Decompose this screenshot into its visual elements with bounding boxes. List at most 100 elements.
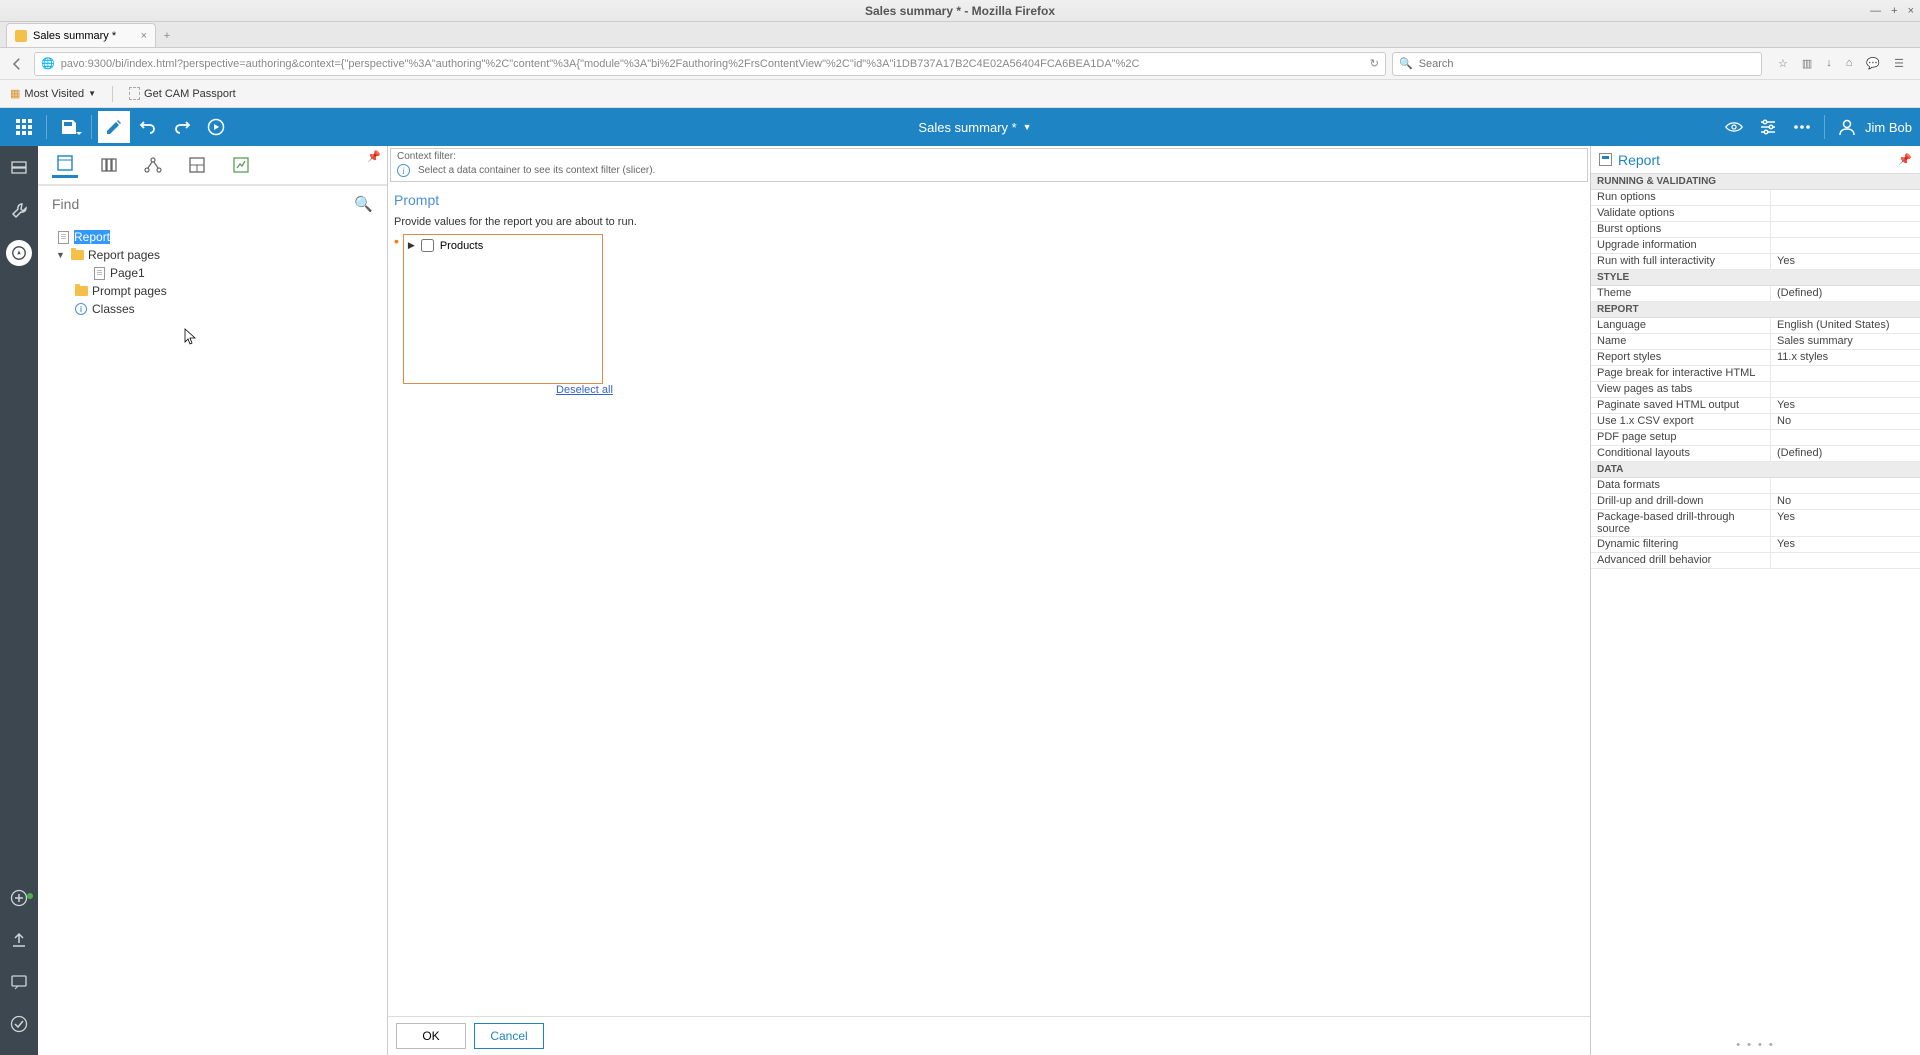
property-row[interactable]: Package-based drill-through sourceYes (1591, 510, 1920, 537)
back-button[interactable] (6, 53, 28, 75)
maximize-icon[interactable]: + (1891, 5, 1897, 17)
downloads-icon[interactable]: ↓ (1826, 57, 1832, 70)
pin-icon[interactable]: 📌 (367, 150, 381, 163)
find-input[interactable] (52, 196, 354, 212)
redo-button[interactable] (166, 111, 198, 143)
chat-icon[interactable]: 💬 (1866, 57, 1880, 70)
search-icon[interactable]: 🔍 (354, 195, 373, 213)
save-button[interactable] (53, 111, 85, 143)
tree-node-prompt-pages[interactable]: Prompt pages (46, 282, 379, 300)
property-row[interactable]: NameSales summary (1591, 334, 1920, 350)
property-row[interactable]: PDF page setup (1591, 430, 1920, 446)
home-icon[interactable]: ⌂ (1846, 57, 1853, 70)
undo-button[interactable] (132, 111, 164, 143)
browser-search-box[interactable]: 🔍 (1392, 52, 1762, 76)
edit-mode-button[interactable] (98, 111, 130, 143)
tree-node-classes[interactable]: i Classes (46, 300, 379, 318)
products-checkbox[interactable] (421, 239, 434, 252)
property-row[interactable]: Validate options (1591, 206, 1920, 222)
user-icon (1837, 117, 1857, 137)
collapse-icon[interactable]: ▼ (56, 250, 66, 260)
browser-tab[interactable]: Sales summary * × (6, 23, 156, 47)
property-row[interactable]: Theme(Defined) (1591, 286, 1920, 302)
menu-icon[interactable]: ☰ (1894, 57, 1904, 70)
property-row[interactable]: Paginate saved HTML outputYes (1591, 398, 1920, 414)
url-bar[interactable]: 🌐 pavo:9300/bi/index.html?perspective=au… (34, 52, 1386, 76)
cancel-button[interactable]: Cancel (474, 1023, 544, 1049)
property-row[interactable]: Burst options (1591, 222, 1920, 238)
folder-icon: ▦ (10, 87, 20, 100)
tab-page-view[interactable] (52, 152, 78, 178)
tab-queries[interactable] (228, 152, 254, 178)
rail-upload-button[interactable] (6, 927, 32, 953)
bookmark-star-icon[interactable]: ☆ (1778, 57, 1788, 70)
document-title-area[interactable]: Sales summary * ▼ (232, 120, 1718, 135)
prompt-button-bar: OK Cancel (388, 1016, 1590, 1055)
tab-columns[interactable] (96, 152, 122, 178)
tree-node-page1[interactable]: Page1 (46, 264, 379, 282)
database-icon (10, 160, 28, 178)
property-value (1771, 206, 1920, 221)
prompt-item-products[interactable]: ▶ Products (408, 239, 598, 252)
property-row[interactable]: Upgrade information (1591, 238, 1920, 254)
apps-grid-button[interactable] (8, 111, 40, 143)
property-row[interactable]: Run with full interactivityYes (1591, 254, 1920, 270)
property-row[interactable]: Conditional layouts(Defined) (1591, 446, 1920, 462)
tab-layout[interactable] (184, 152, 210, 178)
deselect-all-link[interactable]: Deselect all (556, 384, 613, 396)
library-icon[interactable]: ▥ (1802, 57, 1812, 70)
property-row[interactable]: LanguageEnglish (United States) (1591, 318, 1920, 334)
bookmark-label: Get CAM Passport (144, 88, 236, 100)
property-row[interactable]: Data formats (1591, 478, 1920, 494)
user-menu[interactable]: Jim Bob (1831, 117, 1912, 137)
bookmark-get-cam[interactable]: Get CAM Passport (129, 87, 236, 100)
prompt-tree-box[interactable]: ▶ Products (403, 234, 603, 384)
properties-section-header: REPORT (1591, 302, 1920, 318)
property-row[interactable]: Drill-up and drill-downNo (1591, 494, 1920, 510)
property-row[interactable]: Advanced drill behavior (1591, 553, 1920, 569)
property-row[interactable]: Page break for interactive HTML (1591, 366, 1920, 382)
tree-label: Report (74, 230, 110, 244)
rail-explore-button[interactable] (6, 240, 32, 266)
back-icon (8, 55, 26, 73)
report-icon (1599, 153, 1612, 166)
tree-node-report-pages[interactable]: ▼ Report pages (46, 246, 379, 264)
property-label: Package-based drill-through source (1591, 510, 1771, 536)
chevron-down-icon: ▼ (1023, 122, 1032, 132)
prompt-description: Provide values for the report you are ab… (394, 216, 1584, 228)
expand-icon[interactable]: ▶ (408, 240, 415, 251)
tab-close-icon[interactable]: × (141, 30, 147, 42)
rail-check-button[interactable] (6, 1011, 32, 1037)
property-label: Upgrade information (1591, 238, 1771, 253)
property-value: Sales summary (1771, 334, 1920, 349)
browser-search-input[interactable] (1419, 58, 1755, 70)
minimize-icon[interactable]: — (1870, 5, 1881, 17)
play-icon (207, 118, 225, 136)
reload-icon[interactable]: ↻ (1370, 57, 1379, 70)
rail-chat-button[interactable] (6, 969, 32, 995)
run-button[interactable] (200, 111, 232, 143)
more-button[interactable] (1786, 111, 1818, 143)
rail-tools-button[interactable] (6, 198, 32, 224)
property-row[interactable]: Use 1.x CSV exportNo (1591, 414, 1920, 430)
tree-node-report[interactable]: Report (46, 228, 379, 246)
property-row[interactable]: Run options (1591, 190, 1920, 206)
tree-label: Classes (92, 302, 135, 316)
pin-icon[interactable]: 📌 (1898, 153, 1912, 166)
pencil-icon (105, 118, 123, 136)
search-icon: 🔍 (1399, 57, 1413, 70)
property-row[interactable]: Dynamic filteringYes (1591, 537, 1920, 553)
property-row[interactable]: View pages as tabs (1591, 382, 1920, 398)
rail-add-button[interactable] (6, 885, 32, 911)
folder-icon (70, 248, 84, 262)
close-window-icon[interactable]: × (1908, 5, 1914, 17)
resize-handle-icon[interactable]: • • • • (1591, 1035, 1920, 1055)
ok-button[interactable]: OK (396, 1023, 466, 1049)
new-tab-button[interactable]: + (156, 25, 178, 47)
preview-button[interactable] (1718, 111, 1750, 143)
filters-button[interactable] (1752, 111, 1784, 143)
property-row[interactable]: Report styles11.x styles (1591, 350, 1920, 366)
rail-data-button[interactable] (6, 156, 32, 182)
tab-variables[interactable] (140, 152, 166, 178)
bookmark-most-visited[interactable]: ▦ Most Visited ▼ (10, 87, 96, 100)
